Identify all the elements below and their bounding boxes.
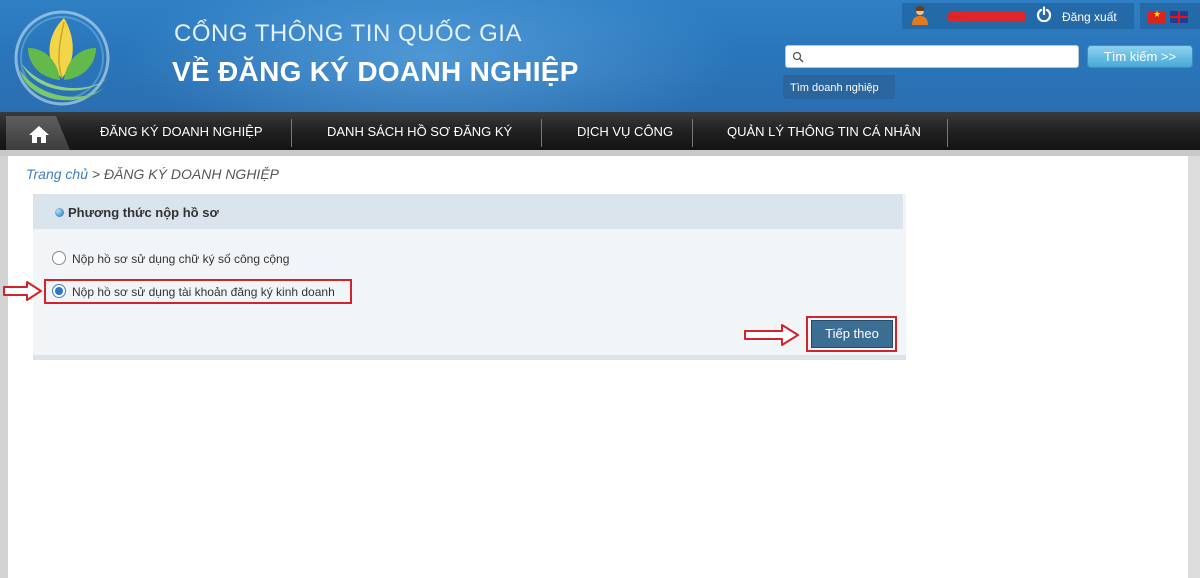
bullet-icon — [55, 208, 64, 217]
home-icon — [29, 126, 49, 143]
search-icon — [792, 51, 804, 63]
breadcrumb-separator: > — [88, 166, 104, 182]
portal-title-line1: CỔNG THÔNG TIN QUỐC GIA — [174, 20, 522, 47]
language-bar — [1140, 3, 1200, 29]
breadcrumb-home-link[interactable]: Trang chủ — [26, 166, 88, 182]
nav-divider — [541, 119, 542, 147]
power-icon[interactable] — [1036, 6, 1052, 22]
radio-digital-signature[interactable] — [52, 251, 66, 265]
nav-bottom-border — [0, 150, 1200, 156]
nav-item-quan-ly-thong-tin[interactable]: QUẢN LÝ THÔNG TIN CÁ NHÂN — [727, 124, 921, 139]
site-header: CỔNG THÔNG TIN QUỐC GIA VỀ ĐĂNG KÝ DOANH… — [0, 0, 1200, 112]
page-left-border — [0, 156, 8, 578]
page-right-border — [1188, 156, 1200, 578]
nav-home-button[interactable] — [6, 116, 70, 150]
nav-item-dich-vu-cong[interactable]: DỊCH VỤ CÔNG — [577, 124, 673, 139]
search-box — [785, 45, 1079, 68]
breadcrumb: Trang chủ > ĐĂNG KÝ DOANH NGHIỆP — [26, 166, 279, 182]
portal-logo-icon[interactable] — [6, 8, 118, 108]
user-name[interactable]: •••••• — [948, 12, 1026, 22]
option-digital-signature-label[interactable]: Nộp hồ sơ sử dụng chữ ký số công cộng — [72, 252, 289, 266]
nav-divider — [947, 119, 948, 147]
portal-title-line2: VỀ ĐĂNG KÝ DOANH NGHIỆP — [172, 56, 579, 87]
annotation-arrow-icon — [3, 281, 42, 301]
option-business-account-label[interactable]: Nộp hồ sơ sử dụng tài khoản đăng ký kinh… — [72, 285, 335, 299]
search-button[interactable]: Tìm kiếm >> — [1087, 45, 1193, 68]
user-bar: •••••• Đăng xuất — [902, 3, 1134, 29]
nav-item-danh-sach-ho-so[interactable]: DANH SÁCH HỒ SƠ ĐĂNG KÝ — [327, 124, 512, 139]
english-flag-icon[interactable] — [1170, 11, 1188, 23]
main-nav: ĐĂNG KÝ DOANH NGHIỆP DANH SÁCH HỒ SƠ ĐĂN… — [0, 112, 1200, 150]
breadcrumb-current: ĐĂNG KÝ DOANH NGHIỆP — [103, 166, 279, 182]
panel-title: Phương thức nộp hồ sơ — [68, 205, 219, 220]
search-company-tab[interactable]: Tìm doanh nghiệp — [783, 75, 895, 99]
vietnamese-flag-icon[interactable] — [1148, 9, 1166, 23]
annotation-arrow-icon — [744, 324, 799, 346]
radio-business-account[interactable] — [52, 284, 66, 298]
search-input[interactable] — [808, 48, 1076, 66]
nav-divider — [291, 119, 292, 147]
logout-link[interactable]: Đăng xuất — [1062, 10, 1117, 24]
panel-header: Phương thức nộp hồ sơ — [33, 194, 903, 229]
nav-item-dang-ky-doanh-nghiep[interactable]: ĐĂNG KÝ DOANH NGHIỆP — [100, 124, 263, 139]
nav-divider — [692, 119, 693, 147]
user-avatar-icon — [912, 6, 928, 25]
next-button[interactable]: Tiếp theo — [811, 320, 893, 348]
